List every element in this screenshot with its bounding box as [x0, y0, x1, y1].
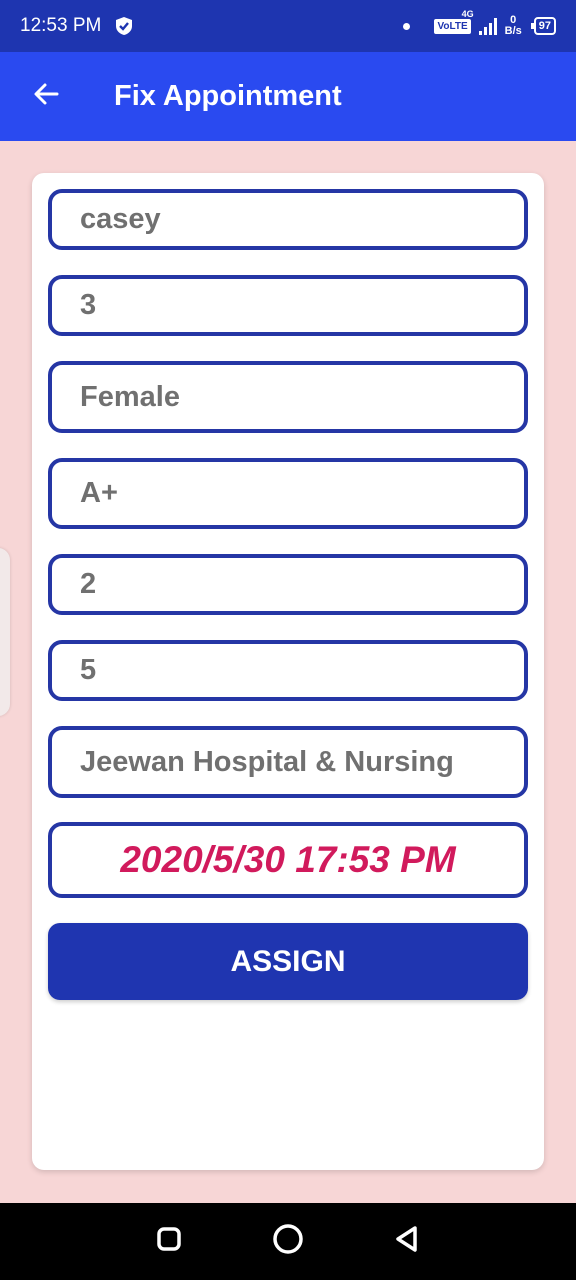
edge-panel-handle[interactable]: [0, 548, 10, 716]
home-icon: [272, 1223, 304, 1260]
status-time: 12:53 PM: [20, 15, 102, 36]
nav-back-button[interactable]: [387, 1222, 427, 1262]
field-2-value: 2: [80, 568, 97, 600]
datetime-value: 2020/5/30 17:53 PM: [120, 839, 456, 880]
datetime-field[interactable]: 2020/5/30 17:53 PM: [48, 822, 528, 898]
network-speed: 0 B/s: [505, 15, 522, 37]
status-bar: 12:53 PM VoLTE 4G 0 B/s 97: [0, 0, 576, 52]
signal-icon: [478, 17, 497, 35]
battery-level: 97: [538, 20, 551, 32]
arrow-left-icon: [32, 80, 60, 113]
notification-dot-icon: [403, 22, 411, 30]
gender-field[interactable]: Female: [48, 361, 528, 433]
page-title: Fix Appointment: [114, 80, 342, 112]
gender-value: Female: [80, 380, 180, 413]
back-triangle-icon: [393, 1225, 421, 1258]
field-2[interactable]: 2: [48, 554, 528, 615]
recent-apps-button[interactable]: [149, 1222, 189, 1262]
battery-icon: 97: [530, 17, 556, 35]
system-nav-bar: [0, 1203, 576, 1280]
hospital-value: Jeewan Hospital & Nursing: [80, 745, 454, 778]
volte-label: VoLTE: [437, 20, 468, 32]
network-type: 4G: [461, 8, 474, 19]
shield-icon: [115, 16, 133, 36]
home-button[interactable]: [268, 1222, 308, 1262]
field-5-value: 5: [80, 654, 97, 686]
appointment-form-card: casey 3 Female A+ 2 5 Jeewan Hospital & …: [32, 173, 544, 1170]
speed-unit: B/s: [504, 25, 522, 37]
name-value: casey: [80, 203, 161, 235]
blood-group-field[interactable]: A+: [48, 458, 528, 529]
hospital-field[interactable]: Jeewan Hospital & Nursing: [48, 726, 528, 798]
back-button[interactable]: [18, 69, 74, 125]
blood-group-value: A+: [80, 477, 118, 509]
age-field[interactable]: 3: [48, 275, 528, 336]
age-value: 3: [80, 289, 97, 321]
assign-button[interactable]: ASSIGN: [48, 923, 528, 1000]
field-5[interactable]: 5: [48, 640, 528, 701]
recent-apps-icon: [156, 1226, 182, 1257]
name-field[interactable]: casey: [48, 189, 528, 250]
status-indicators: VoLTE 4G 0 B/s 97: [403, 9, 556, 37]
app-bar: Fix Appointment: [0, 52, 576, 141]
volte-badge: VoLTE 4G: [434, 9, 474, 34]
